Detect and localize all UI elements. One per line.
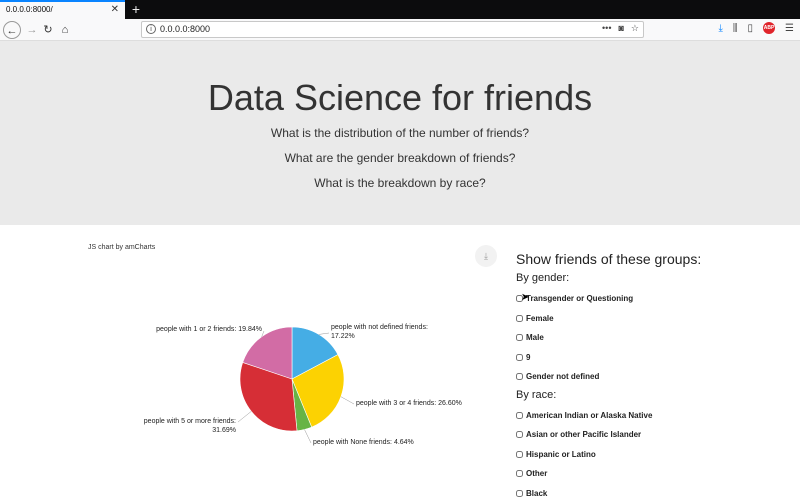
- pie-slice-label: people with 3 or 4 friends: 26.60%: [356, 400, 462, 407]
- race-option-label: Other: [526, 469, 547, 478]
- gender-option-label: Female: [526, 314, 554, 323]
- pie-slice-label: people with not defined friends:17.22%: [331, 324, 428, 340]
- pie-leader-line: [238, 411, 251, 422]
- gender-option[interactable]: Male: [516, 328, 800, 348]
- gender-heading: By gender:: [516, 272, 800, 284]
- gender-option[interactable]: Gender not defined: [516, 367, 800, 387]
- race-checkbox[interactable]: [516, 490, 523, 497]
- filter-title: Show friends of these groups:: [516, 251, 800, 267]
- race-option[interactable]: Black: [516, 484, 800, 503]
- race-heading: By race:: [516, 389, 800, 401]
- gender-option-label: 9: [526, 353, 530, 362]
- race-option[interactable]: Hispanic or Latino: [516, 445, 800, 465]
- gender-checkbox[interactable]: [516, 354, 523, 361]
- race-option-label: American Indian or Alaska Native: [526, 411, 652, 420]
- gender-checkbox[interactable]: [516, 315, 523, 322]
- race-option-label: Black: [526, 489, 547, 498]
- race-option-label: Hispanic or Latino: [526, 450, 596, 459]
- race-option[interactable]: Asian or other Pacific Islander: [516, 425, 800, 445]
- race-option[interactable]: Other: [516, 464, 800, 484]
- filter-panel: Show friends of these groups: By gender:…: [516, 251, 800, 503]
- gender-option[interactable]: Transgender or Questioning: [516, 289, 800, 309]
- race-checkbox[interactable]: [516, 431, 523, 438]
- pie-slice-label: people with None friends: 4.64%: [313, 439, 414, 446]
- race-option-label: Asian or other Pacific Islander: [526, 430, 641, 439]
- gender-option-label: Transgender or Questioning: [526, 294, 633, 303]
- race-checkbox[interactable]: [516, 451, 523, 458]
- gender-checkbox[interactable]: [516, 373, 523, 380]
- gender-option-label: Gender not defined: [526, 372, 599, 381]
- gender-checkbox[interactable]: [516, 334, 523, 341]
- gender-option-label: Male: [526, 333, 544, 342]
- mouse-cursor-icon: ➤: [521, 292, 529, 303]
- race-checkbox[interactable]: [516, 470, 523, 477]
- pie-leader-line: [319, 333, 329, 334]
- race-checkbox[interactable]: [516, 412, 523, 419]
- gender-option[interactable]: Female: [516, 309, 800, 329]
- race-option[interactable]: American Indian or Alaska Native: [516, 406, 800, 426]
- pie-slice-label: people with 1 or 2 friends: 19.84%: [156, 326, 262, 333]
- pie-leader-line: [341, 397, 354, 404]
- gender-option[interactable]: 9: [516, 348, 800, 368]
- pie-leader-line: [304, 429, 311, 443]
- pie-slice-label: people with 5 or more friends:31.69%: [144, 418, 236, 434]
